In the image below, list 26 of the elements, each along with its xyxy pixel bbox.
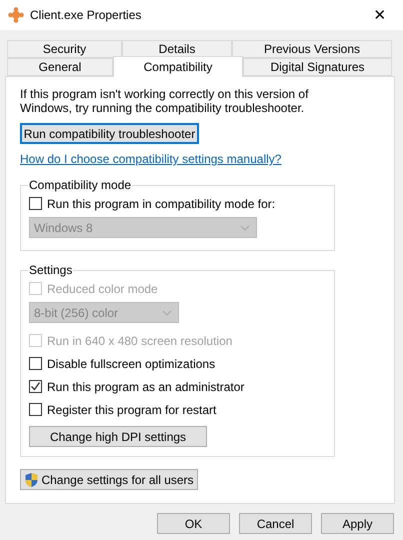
checkbox-option[interactable]: Run this program as an administrator xyxy=(29,375,334,398)
checkbox-option[interactable]: Disable fullscreen optimizations xyxy=(29,352,334,375)
window-title: Client.exe Properties xyxy=(30,8,142,22)
tab[interactable]: General xyxy=(7,58,113,76)
tab[interactable]: Security xyxy=(7,40,122,58)
chevron-down-icon xyxy=(240,224,250,230)
tab[interactable]: Digital Signatures xyxy=(243,58,392,76)
dialog-button[interactable]: Cancel xyxy=(239,513,312,534)
checkbox-option[interactable]: Run this program in compatibility mode for: xyxy=(29,192,334,215)
intro-text: If this program isn't working correctly on this version of Windows, try running the compatibility troubleshooter. xyxy=(20,87,310,115)
group-title: Settings xyxy=(28,263,74,277)
tab[interactable]: Compatibility xyxy=(113,56,243,77)
chevron-down-icon xyxy=(162,310,172,316)
dialog-button[interactable]: Apply xyxy=(321,513,394,534)
high-dpi-button[interactable]: Change high DPI settings xyxy=(29,426,207,447)
checkbox-option[interactable]: Register this program for restart xyxy=(29,398,334,421)
app-icon xyxy=(8,7,24,23)
troubleshooter-button[interactable]: Run compatibility troubleshooter xyxy=(20,123,199,144)
checkmark-icon xyxy=(30,381,41,392)
dialog-button[interactable]: OK xyxy=(157,513,230,534)
shield-icon xyxy=(24,472,40,488)
close-button[interactable]: ✕ xyxy=(365,0,395,30)
all-users-button[interactable]: Change settings for all users xyxy=(20,469,198,490)
help-link[interactable]: How do I choose compatibility settings manually? xyxy=(20,152,282,166)
tab[interactable]: Previous Versions xyxy=(232,40,392,58)
group-title: Compatibility mode xyxy=(28,178,132,192)
